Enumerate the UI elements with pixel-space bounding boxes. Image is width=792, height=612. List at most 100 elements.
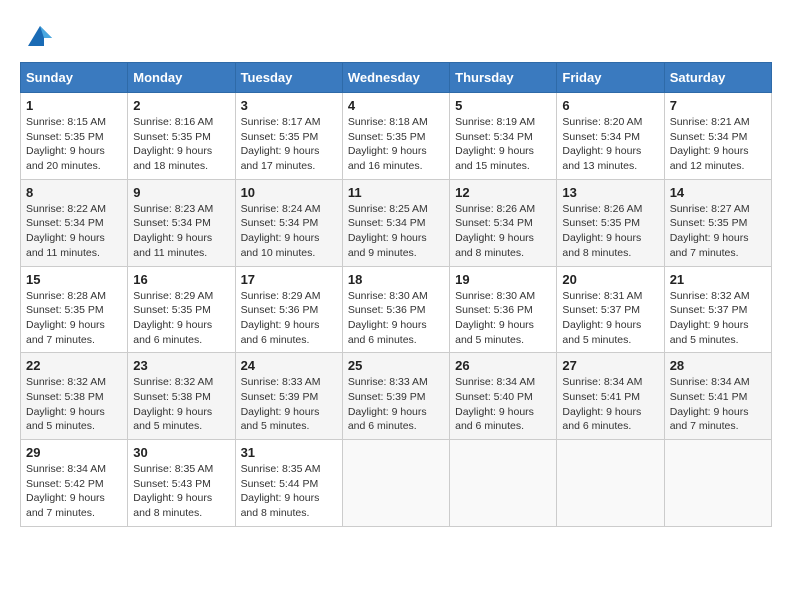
day-number: 1 [26, 98, 122, 113]
day-info: Sunrise: 8:29 AMSunset: 5:35 PMDaylight:… [133, 289, 229, 348]
day-info: Sunrise: 8:20 AMSunset: 5:34 PMDaylight:… [562, 115, 658, 174]
day-number: 29 [26, 445, 122, 460]
day-info: Sunrise: 8:35 AMSunset: 5:43 PMDaylight:… [133, 462, 229, 521]
day-number: 9 [133, 185, 229, 200]
calendar-cell: 1Sunrise: 8:15 AMSunset: 5:35 PMDaylight… [21, 93, 128, 180]
calendar-week-1: 1Sunrise: 8:15 AMSunset: 5:35 PMDaylight… [21, 93, 772, 180]
day-number: 7 [670, 98, 766, 113]
day-number: 18 [348, 272, 444, 287]
day-info: Sunrise: 8:24 AMSunset: 5:34 PMDaylight:… [241, 202, 337, 261]
day-number: 13 [562, 185, 658, 200]
day-info: Sunrise: 8:25 AMSunset: 5:34 PMDaylight:… [348, 202, 444, 261]
calendar-cell: 27 Sunrise: 8:34 AMSunset: 5:41 PMDayligh… [557, 353, 664, 440]
day-info: Sunrise: 8:16 AMSunset: 5:35 PMDaylight:… [133, 115, 229, 174]
day-info: Sunrise: 8:35 AMSunset: 5:44 PMDaylight:… [241, 462, 337, 521]
day-info: Sunrise: 8:34 AMSunset: 5:40 PMDaylight:… [455, 375, 551, 434]
day-number: 12 [455, 185, 551, 200]
day-info: Sunrise: 8:34 AMSunset: 5:41 PMDaylight:… [562, 375, 658, 434]
day-number: 25 [348, 358, 444, 373]
day-number: 30 [133, 445, 229, 460]
calendar-cell: 7 Sunrise: 8:21 AMSunset: 5:34 PMDaylight… [664, 93, 771, 180]
header-monday: Monday [128, 63, 235, 93]
calendar-cell: 29 Sunrise: 8:34 AMSunset: 5:42 PMDayligh… [21, 440, 128, 527]
day-number: 11 [348, 185, 444, 200]
calendar-week-2: 8 Sunrise: 8:22 AMSunset: 5:34 PMDaylight… [21, 179, 772, 266]
day-number: 16 [133, 272, 229, 287]
day-info: Sunrise: 8:34 AMSunset: 5:42 PMDaylight:… [26, 462, 122, 521]
day-info: Sunrise: 8:33 AMSunset: 5:39 PMDaylight:… [241, 375, 337, 434]
day-number: 23 [133, 358, 229, 373]
day-number: 24 [241, 358, 337, 373]
day-info: Sunrise: 8:18 AMSunset: 5:35 PMDaylight:… [348, 115, 444, 174]
day-info: Sunrise: 8:21 AMSunset: 5:34 PMDaylight:… [670, 115, 766, 174]
day-info: Sunrise: 8:22 AMSunset: 5:34 PMDaylight:… [26, 202, 122, 261]
day-info: Sunrise: 8:34 AMSunset: 5:41 PMDaylight:… [670, 375, 766, 434]
day-number: 28 [670, 358, 766, 373]
day-number: 3 [241, 98, 337, 113]
calendar-cell [342, 440, 449, 527]
day-number: 27 [562, 358, 658, 373]
day-number: 5 [455, 98, 551, 113]
calendar-cell: 28 Sunrise: 8:34 AMSunset: 5:41 PMDayligh… [664, 353, 771, 440]
calendar-cell: 3 Sunrise: 8:17 AMSunset: 5:35 PMDaylight… [235, 93, 342, 180]
day-number: 31 [241, 445, 337, 460]
day-info: Sunrise: 8:19 AMSunset: 5:34 PMDaylight:… [455, 115, 551, 174]
day-number: 2 [133, 98, 229, 113]
day-info: Sunrise: 8:26 AMSunset: 5:35 PMDaylight:… [562, 202, 658, 261]
calendar-cell: 30 Sunrise: 8:35 AMSunset: 5:43 PMDayligh… [128, 440, 235, 527]
day-number: 17 [241, 272, 337, 287]
header-friday: Friday [557, 63, 664, 93]
calendar-cell: 19 Sunrise: 8:30 AMSunset: 5:36 PMDayligh… [450, 266, 557, 353]
calendar-cell [664, 440, 771, 527]
calendar-cell: 23 Sunrise: 8:32 AMSunset: 5:38 PMDayligh… [128, 353, 235, 440]
day-info: Sunrise: 8:29 AMSunset: 5:36 PMDaylight:… [241, 289, 337, 348]
day-info: Sunrise: 8:33 AMSunset: 5:39 PMDaylight:… [348, 375, 444, 434]
header-sunday: Sunday [21, 63, 128, 93]
calendar-cell: 8 Sunrise: 8:22 AMSunset: 5:34 PMDaylight… [21, 179, 128, 266]
header-tuesday: Tuesday [235, 63, 342, 93]
calendar-cell: 14 Sunrise: 8:27 AMSunset: 5:35 PMDayligh… [664, 179, 771, 266]
day-number: 4 [348, 98, 444, 113]
header-wednesday: Wednesday [342, 63, 449, 93]
logo-icon [24, 20, 56, 52]
calendar-cell: 20 Sunrise: 8:31 AMSunset: 5:37 PMDayligh… [557, 266, 664, 353]
day-number: 14 [670, 185, 766, 200]
day-info: Sunrise: 8:23 AMSunset: 5:34 PMDaylight:… [133, 202, 229, 261]
calendar-cell: 26 Sunrise: 8:34 AMSunset: 5:40 PMDayligh… [450, 353, 557, 440]
day-info: Sunrise: 8:30 AMSunset: 5:36 PMDaylight:… [455, 289, 551, 348]
calendar-week-4: 22 Sunrise: 8:32 AMSunset: 5:38 PMDayligh… [21, 353, 772, 440]
header-thursday: Thursday [450, 63, 557, 93]
day-number: 22 [26, 358, 122, 373]
page-header [20, 20, 772, 52]
calendar-cell: 25 Sunrise: 8:33 AMSunset: 5:39 PMDayligh… [342, 353, 449, 440]
calendar-week-5: 29 Sunrise: 8:34 AMSunset: 5:42 PMDayligh… [21, 440, 772, 527]
day-info: Sunrise: 8:27 AMSunset: 5:35 PMDaylight:… [670, 202, 766, 261]
calendar-cell: 12Sunrise: 8:26 AMSunset: 5:34 PMDayligh… [450, 179, 557, 266]
calendar-cell: 4 Sunrise: 8:18 AMSunset: 5:35 PMDaylight… [342, 93, 449, 180]
calendar-cell: 11 Sunrise: 8:25 AMSunset: 5:34 PMDayligh… [342, 179, 449, 266]
day-number: 19 [455, 272, 551, 287]
calendar-cell: 18Sunrise: 8:30 AMSunset: 5:36 PMDayligh… [342, 266, 449, 353]
day-info: Sunrise: 8:31 AMSunset: 5:37 PMDaylight:… [562, 289, 658, 348]
day-info: Sunrise: 8:32 AMSunset: 5:38 PMDaylight:… [26, 375, 122, 434]
calendar-cell: 22 Sunrise: 8:32 AMSunset: 5:38 PMDayligh… [21, 353, 128, 440]
calendar-cell: 24 Sunrise: 8:33 AMSunset: 5:39 PMDayligh… [235, 353, 342, 440]
calendar-cell: 10Sunrise: 8:24 AMSunset: 5:34 PMDayligh… [235, 179, 342, 266]
calendar-cell: 21Sunrise: 8:32 AMSunset: 5:37 PMDayligh… [664, 266, 771, 353]
calendar-cell: 17 Sunrise: 8:29 AMSunset: 5:36 PMDayligh… [235, 266, 342, 353]
calendar-cell: 31 Sunrise: 8:35 AMSunset: 5:44 PMDayligh… [235, 440, 342, 527]
calendar-cell: 15Sunrise: 8:28 AMSunset: 5:35 PMDayligh… [21, 266, 128, 353]
day-number: 6 [562, 98, 658, 113]
calendar-cell [557, 440, 664, 527]
day-info: Sunrise: 8:17 AMSunset: 5:35 PMDaylight:… [241, 115, 337, 174]
calendar-week-3: 15Sunrise: 8:28 AMSunset: 5:35 PMDayligh… [21, 266, 772, 353]
day-info: Sunrise: 8:32 AMSunset: 5:38 PMDaylight:… [133, 375, 229, 434]
day-number: 21 [670, 272, 766, 287]
logo [20, 20, 56, 52]
day-number: 26 [455, 358, 551, 373]
calendar-header-row: SundayMondayTuesdayWednesdayThursdayFrid… [21, 63, 772, 93]
header-saturday: Saturday [664, 63, 771, 93]
day-number: 8 [26, 185, 122, 200]
calendar-cell: 5 Sunrise: 8:19 AMSunset: 5:34 PMDaylight… [450, 93, 557, 180]
day-number: 20 [562, 272, 658, 287]
